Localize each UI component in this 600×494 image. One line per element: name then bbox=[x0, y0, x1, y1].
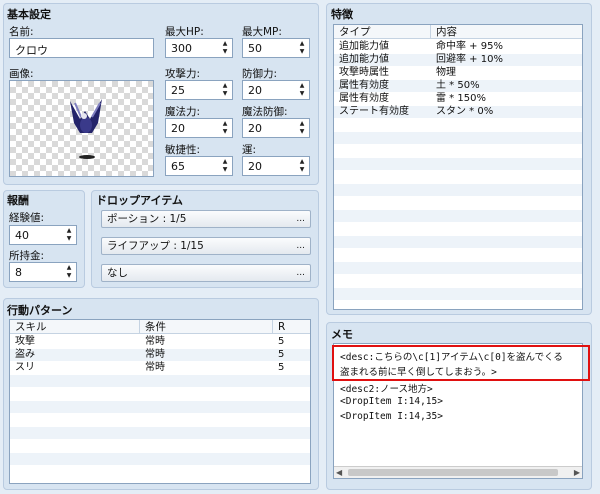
col-type-header[interactable]: タイプ bbox=[334, 25, 431, 39]
drop-item-2-button[interactable]: ライフアップ : 1/15... bbox=[101, 237, 311, 255]
exp-label: 経験値: bbox=[9, 212, 45, 224]
drop-items-title: ドロップアイテム bbox=[96, 194, 183, 207]
crow-sprite-icon bbox=[70, 99, 102, 159]
table-row[interactable]: 追加能力値 命中率 + 95% bbox=[334, 41, 582, 53]
col-r-header[interactable]: R bbox=[273, 320, 310, 334]
table-row[interactable]: スリ 常時 5 bbox=[10, 362, 310, 374]
basic-settings-title: 基本設定 bbox=[7, 8, 51, 21]
gold-spinner[interactable]: 8 ▲ ▼ bbox=[9, 262, 77, 282]
spinner-arrows-icon[interactable]: ▲ ▼ bbox=[65, 264, 73, 280]
empty-row[interactable] bbox=[10, 466, 310, 478]
exp-spinner[interactable]: 40 ▲ ▼ bbox=[9, 225, 77, 245]
empty-row[interactable] bbox=[334, 236, 582, 248]
empty-row[interactable] bbox=[10, 388, 310, 400]
empty-row[interactable] bbox=[334, 210, 582, 222]
spinner-arrows-icon[interactable]: ▲ ▼ bbox=[298, 120, 306, 136]
magic-defense-spinner[interactable]: 20 ▲ ▼ bbox=[242, 118, 310, 138]
spinner-arrows-icon[interactable]: ▲ ▼ bbox=[221, 158, 229, 174]
more-icon: ... bbox=[296, 268, 305, 278]
table-row[interactable]: 攻撃 常時 5 bbox=[10, 336, 310, 348]
luck-spinner[interactable]: 20 ▲ ▼ bbox=[242, 156, 310, 176]
spinner-arrows-icon[interactable]: ▲ ▼ bbox=[221, 120, 229, 136]
action-patterns-list[interactable]: スキル 条件 R 攻撃 常時 5 盗み 常時 5 スリ 常時 5 bbox=[9, 319, 311, 484]
scroll-left-icon[interactable]: ◀ bbox=[336, 468, 342, 477]
defense-spinner[interactable]: 20 ▲ ▼ bbox=[242, 80, 310, 100]
spinner-arrows-icon[interactable]: ▲ ▼ bbox=[298, 82, 306, 98]
enemy-image-preview[interactable] bbox=[9, 80, 154, 177]
empty-row[interactable] bbox=[334, 184, 582, 196]
action-patterns-title: 行動パターン bbox=[7, 304, 73, 317]
empty-row[interactable] bbox=[334, 158, 582, 170]
agility-label: 敏捷性: bbox=[165, 144, 201, 156]
empty-row[interactable] bbox=[10, 427, 310, 439]
empty-row[interactable] bbox=[334, 197, 582, 209]
col-content-header[interactable]: 内容 bbox=[431, 25, 582, 39]
empty-row[interactable] bbox=[334, 262, 582, 274]
empty-row[interactable] bbox=[334, 132, 582, 144]
empty-row[interactable] bbox=[10, 440, 310, 452]
col-skill-header[interactable]: スキル bbox=[10, 320, 140, 334]
image-label: 画像: bbox=[9, 68, 34, 80]
empty-row[interactable] bbox=[334, 288, 582, 300]
scroll-right-icon[interactable]: ▶ bbox=[574, 468, 580, 477]
action-list-header: スキル 条件 R bbox=[10, 320, 310, 334]
attack-label: 攻撃力: bbox=[165, 68, 201, 80]
drop-item-3-button[interactable]: なし... bbox=[101, 264, 311, 282]
table-row[interactable]: ステート有効度 スタン * 0% bbox=[334, 106, 582, 118]
memo-line-5: <DropItem I:14,35> bbox=[340, 411, 443, 422]
traits-list[interactable]: タイプ 内容 追加能力値 命中率 + 95% 追加能力値 回避率 + 10% 攻撃時… bbox=[333, 24, 583, 310]
table-row[interactable]: 盗み 常時 5 bbox=[10, 349, 310, 361]
memo-title: メモ bbox=[331, 328, 353, 341]
highlight-box bbox=[332, 345, 590, 381]
empty-row[interactable] bbox=[334, 119, 582, 131]
table-row[interactable]: 攻撃時属性 物理 bbox=[334, 67, 582, 79]
magic-attack-label: 魔法力: bbox=[165, 106, 201, 118]
empty-row[interactable] bbox=[10, 453, 310, 465]
memo-line-4: <DropItem I:14,15> bbox=[340, 396, 443, 407]
memo-line-3: <desc2:ノース地方> bbox=[340, 384, 433, 395]
agility-spinner[interactable]: 65 ▲ ▼ bbox=[165, 156, 233, 176]
scrollbar-thumb[interactable] bbox=[348, 469, 558, 476]
table-row[interactable]: 追加能力値 回避率 + 10% bbox=[334, 54, 582, 66]
empty-row[interactable] bbox=[10, 414, 310, 426]
name-field[interactable]: クロウ bbox=[9, 38, 154, 58]
max-hp-spinner[interactable]: 300 ▲ ▼ bbox=[165, 38, 233, 58]
empty-row[interactable] bbox=[10, 401, 310, 413]
spinner-arrows-icon[interactable]: ▲ ▼ bbox=[221, 82, 229, 98]
max-mp-spinner[interactable]: 50 ▲ ▼ bbox=[242, 38, 310, 58]
magic-defense-label: 魔法防御: bbox=[242, 106, 288, 118]
spinner-arrows-icon[interactable]: ▲ ▼ bbox=[298, 40, 306, 56]
empty-row[interactable] bbox=[334, 249, 582, 261]
attack-spinner[interactable]: 25 ▲ ▼ bbox=[165, 80, 233, 100]
reward-title: 報酬 bbox=[7, 194, 29, 207]
table-row[interactable]: 属性有効度雷 * 150% bbox=[334, 93, 582, 105]
magic-attack-spinner[interactable]: 20 ▲ ▼ bbox=[165, 118, 233, 138]
empty-row[interactable] bbox=[334, 275, 582, 287]
col-condition-header[interactable]: 条件 bbox=[140, 320, 273, 334]
traits-title: 特徴 bbox=[331, 8, 353, 21]
empty-row[interactable] bbox=[334, 223, 582, 235]
spinner-arrows-icon[interactable]: ▲ ▼ bbox=[65, 227, 73, 243]
spinner-arrows-icon[interactable]: ▲ ▼ bbox=[298, 158, 306, 174]
defense-label: 防御力: bbox=[242, 68, 278, 80]
drop-item-1-button[interactable]: ポーション : 1/5... bbox=[101, 210, 311, 228]
empty-row[interactable] bbox=[334, 145, 582, 157]
name-label: 名前: bbox=[9, 26, 34, 38]
max-mp-label: 最大MP: bbox=[242, 26, 282, 38]
horizontal-scrollbar[interactable]: ◀ ▶ bbox=[334, 466, 582, 478]
empty-row[interactable] bbox=[334, 171, 582, 183]
gold-label: 所持金: bbox=[9, 250, 45, 262]
empty-row[interactable] bbox=[10, 375, 310, 387]
spinner-arrows-icon[interactable]: ▲ ▼ bbox=[221, 40, 229, 56]
max-hp-label: 最大HP: bbox=[165, 26, 204, 38]
traits-list-header: タイプ 内容 bbox=[334, 25, 582, 39]
luck-label: 運: bbox=[242, 144, 257, 156]
more-icon: ... bbox=[296, 214, 305, 224]
table-row[interactable]: 属性有効度土 * 50% bbox=[334, 80, 582, 92]
more-icon: ... bbox=[296, 241, 305, 251]
